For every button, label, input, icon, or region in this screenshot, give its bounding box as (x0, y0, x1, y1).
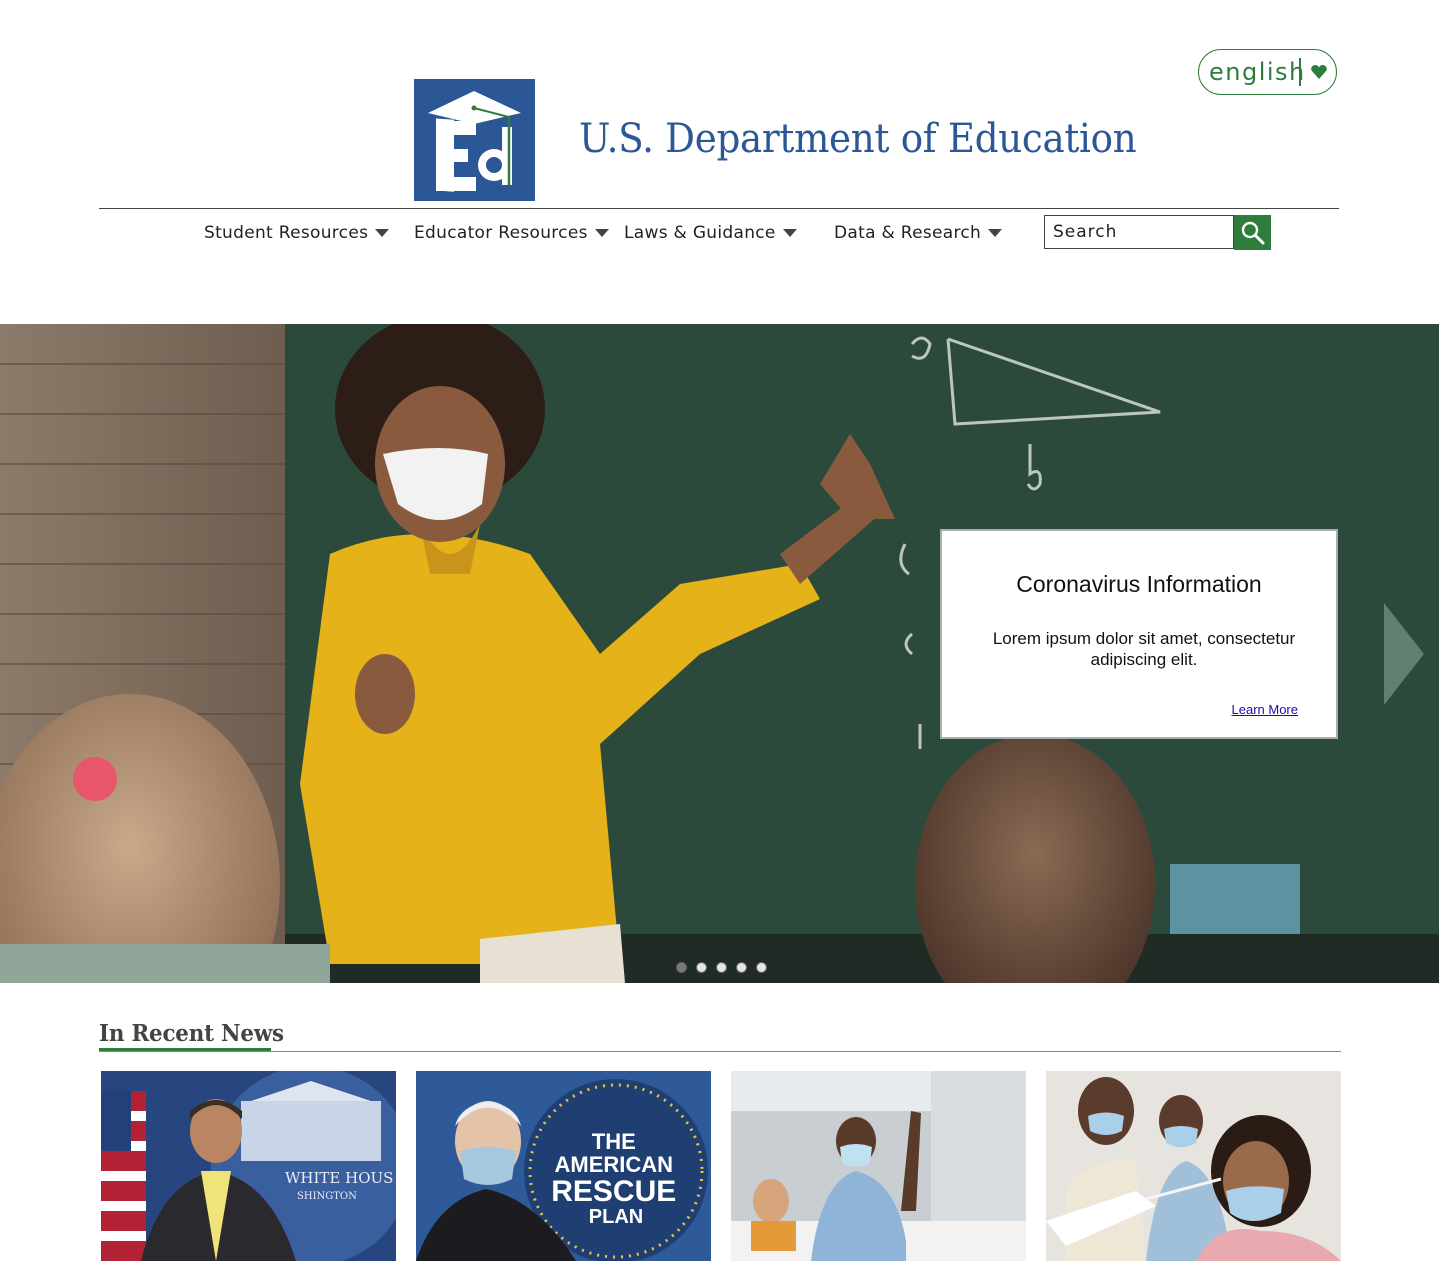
news-card-1-subtext: SHINGTON (297, 1191, 357, 1202)
news-card-2-line: THE (592, 1129, 636, 1154)
carousel-next-arrow-icon[interactable] (1384, 603, 1424, 705)
news-card-1-text: WHITE HOUS (285, 1169, 393, 1187)
news-image-classroom (731, 1071, 1026, 1261)
language-selector[interactable]: english (1198, 49, 1337, 95)
carousel-dot[interactable] (676, 962, 687, 973)
learn-more-link[interactable]: Learn More (1232, 702, 1298, 717)
language-label: english (1209, 58, 1306, 86)
carousel-dot[interactable] (716, 962, 727, 973)
nav-label: Data & Research (834, 223, 982, 243)
news-card-2[interactable]: THE AMERICAN RESCUE PLAN (416, 1071, 711, 1261)
search-input[interactable] (1044, 215, 1234, 249)
news-divider (99, 1051, 1341, 1052)
news-image-covid-testing (1046, 1071, 1341, 1261)
carousel-dot[interactable] (756, 962, 767, 973)
card-body: Lorem ipsum dolor sit amet, consectetur … (992, 629, 1296, 669)
card-title: Coronavirus Information (1016, 571, 1262, 597)
language-divider (1299, 58, 1301, 86)
site-title[interactable]: U.S. Department of Education (579, 116, 1137, 162)
search-icon (1241, 221, 1264, 244)
news-card-2-line: AMERICAN (554, 1152, 673, 1177)
recent-news-heading: In Recent News (99, 1020, 284, 1047)
carousel-dot[interactable] (736, 962, 747, 973)
coronavirus-card: Coronavirus Information Lorem ipsum dolo… (940, 529, 1338, 739)
nav-data-research[interactable]: Data & Research (834, 220, 1003, 246)
news-card-2-line: RESCUE (551, 1175, 676, 1208)
news-card-4[interactable] (1046, 1071, 1341, 1261)
caret-down-icon (782, 229, 797, 237)
header-divider (99, 208, 1339, 209)
caret-down-icon (375, 229, 390, 237)
nav-label: Educator Resources (414, 223, 588, 243)
news-image-american-rescue-plan: THE AMERICAN RESCUE PLAN (416, 1071, 711, 1261)
caret-down-icon (988, 229, 1003, 237)
carousel-dots (676, 962, 767, 973)
nav-label: Laws & Guidance (624, 223, 776, 243)
nav-laws-guidance[interactable]: Laws & Guidance (624, 220, 797, 246)
news-card-3[interactable] (731, 1071, 1026, 1261)
nav-educator-resources[interactable]: Educator Resources (414, 220, 609, 246)
ed-logo[interactable] (414, 79, 535, 201)
nav-student-resources[interactable]: Student Resources (204, 220, 390, 246)
search-button[interactable] (1234, 215, 1271, 250)
heart-caret-icon (1311, 64, 1327, 79)
carousel-dot[interactable] (696, 962, 707, 973)
news-card-1[interactable]: WHITE HOUS SHINGTON (101, 1071, 396, 1261)
news-card-2-line: PLAN (589, 1206, 643, 1228)
caret-down-icon (594, 229, 609, 237)
nav-label: Student Resources (204, 223, 369, 243)
news-image-press-briefing: WHITE HOUS SHINGTON (101, 1071, 396, 1261)
hero-carousel: Coronavirus Information Lorem ipsum dolo… (0, 324, 1439, 983)
